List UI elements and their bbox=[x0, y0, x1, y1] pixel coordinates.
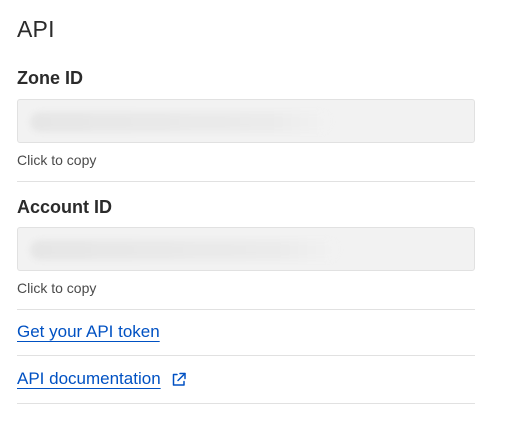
account-id-copy-field[interactable] bbox=[17, 227, 475, 271]
divider bbox=[17, 403, 475, 404]
zone-id-value bbox=[30, 112, 330, 132]
api-token-row: Get your API token bbox=[17, 322, 160, 342]
external-link-icon[interactable] bbox=[170, 371, 187, 388]
divider bbox=[17, 355, 475, 356]
get-api-token-link[interactable]: Get your API token bbox=[17, 322, 160, 342]
account-id-value bbox=[30, 240, 338, 260]
divider bbox=[17, 309, 475, 310]
section-title: API bbox=[17, 16, 55, 42]
account-id-label: Account ID bbox=[17, 197, 113, 217]
api-documentation-link[interactable]: API documentation bbox=[17, 369, 161, 389]
divider bbox=[17, 181, 475, 182]
zone-id-copy-field[interactable] bbox=[17, 99, 475, 143]
api-docs-row: API documentation bbox=[17, 369, 187, 389]
zone-id-copy-hint: Click to copy bbox=[17, 152, 97, 168]
account-id-copy-hint: Click to copy bbox=[17, 280, 97, 296]
zone-id-label: Zone ID bbox=[17, 68, 83, 88]
